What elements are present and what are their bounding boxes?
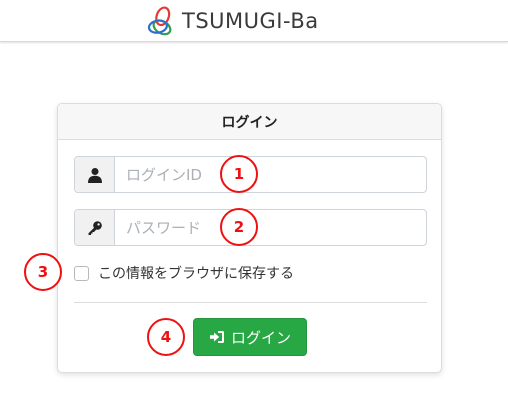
annotation-marker-2: 2	[220, 208, 258, 246]
key-icon	[88, 220, 102, 235]
top-header: TSUMUGI-Ba	[0, 0, 508, 42]
password-input[interactable]	[115, 210, 426, 245]
annotation-marker-1: 1	[220, 155, 258, 193]
divider	[74, 302, 427, 303]
sign-in-icon	[209, 331, 224, 343]
annotation-marker-4: 4	[147, 318, 185, 356]
brand-name: TSUMUGI-Ba	[182, 9, 319, 33]
login-id-addon	[75, 157, 115, 192]
login-id-input[interactable]	[115, 157, 426, 192]
password-addon	[75, 210, 115, 245]
card-title: ログイン	[58, 104, 441, 140]
remember-checkbox[interactable]	[74, 265, 89, 281]
logo[interactable]: TSUMUGI-Ba	[146, 6, 319, 36]
login-button[interactable]: ログイン	[193, 318, 307, 356]
user-icon	[87, 167, 102, 183]
login-button-label: ログイン	[230, 328, 291, 347]
logo-mark-icon	[147, 6, 172, 36]
annotation-marker-3: 3	[24, 253, 62, 291]
remember-label[interactable]: この情報をブラウザに保存する	[98, 263, 294, 283]
remember-row[interactable]: この情報をブラウザに保存する	[74, 263, 294, 283]
